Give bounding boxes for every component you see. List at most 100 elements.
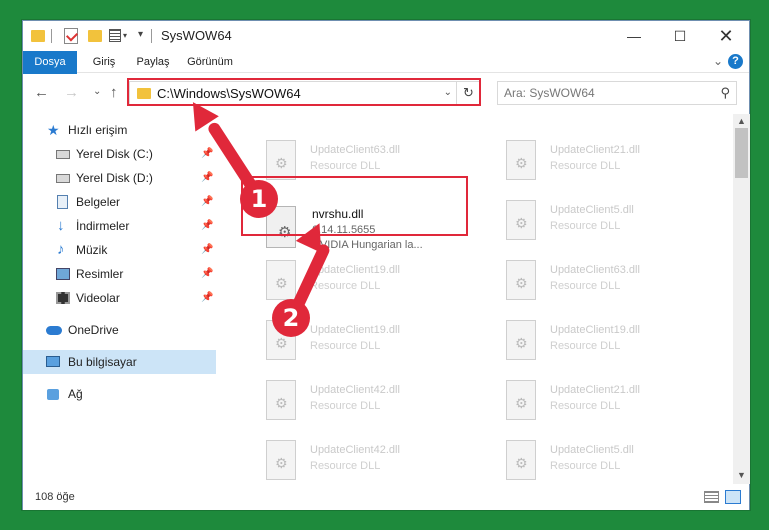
tab-home[interactable]: Giriş	[81, 51, 127, 73]
up-button[interactable]: ↑	[110, 84, 118, 101]
list-item[interactable]: UpdateClient19.dll Resource DLL	[498, 316, 728, 368]
close-button[interactable]: ✕	[703, 21, 749, 51]
sidebar-item-label: İndirmeler	[76, 219, 130, 233]
pin-icon[interactable]: 📌	[201, 238, 213, 262]
file-type: Resource DLL	[310, 160, 381, 172]
file-name: UpdateClient21.dll	[550, 144, 640, 156]
navigation-pane: ★ Hızlı erişim Yerel Disk (C:) 📌 Yerel D…	[23, 114, 216, 484]
search-input[interactable]	[504, 85, 704, 101]
dll-file-icon	[506, 200, 536, 240]
sidebar-item-quick-access[interactable]: ★ Hızlı erişim	[23, 118, 216, 142]
sidebar-item-downloads[interactable]: ↓ İndirmeler 📌	[23, 214, 216, 238]
list-item[interactable]: UpdateClient21.dll Resource DLL	[498, 136, 728, 188]
file-name: UpdateClient21.dll	[550, 384, 640, 396]
file-name: UpdateClient42.dll	[310, 384, 400, 396]
sidebar-item-pictures[interactable]: Resimler 📌	[23, 262, 216, 286]
dll-file-icon	[266, 380, 296, 420]
vertical-scrollbar[interactable]: ▲ ▼	[733, 114, 750, 484]
sidebar-item-label: Müzik	[76, 243, 108, 257]
maximize-button[interactable]: ☐	[657, 21, 703, 51]
sidebar-item-videos[interactable]: Videolar 📌	[23, 286, 216, 310]
file-name: UpdateClient42.dll	[310, 444, 400, 456]
pictures-icon	[56, 268, 70, 280]
file-type: Resource DLL	[310, 460, 381, 472]
file-name: UpdateClient19.dll	[550, 324, 640, 336]
window-title: SysWOW64	[161, 28, 232, 43]
sidebar-item-network[interactable]: Ağ	[23, 382, 216, 406]
videos-icon	[56, 292, 70, 304]
ribbon-tabs: Dosya Giriş Paylaş Görünüm ⌄ ?	[23, 51, 749, 103]
annotation-badge-1: 1	[240, 180, 278, 218]
dll-file-icon	[506, 260, 536, 300]
drive-icon	[56, 174, 70, 183]
help-icon[interactable]: ?	[728, 54, 743, 69]
dll-file-icon	[506, 320, 536, 360]
scroll-down-icon[interactable]: ▼	[737, 470, 746, 480]
pin-icon[interactable]: 📌	[201, 190, 213, 214]
list-item[interactable]: UpdateClient5.dll Resource DLL	[498, 436, 728, 484]
sidebar-item-music[interactable]: ♪ Müzik 📌	[23, 238, 216, 262]
search-box[interactable]: ⚲	[497, 81, 737, 105]
file-type: Resource DLL	[550, 280, 621, 292]
star-icon: ★	[47, 122, 60, 138]
file-type: Resource DLL	[550, 400, 621, 412]
sidebar-item-label: Videolar	[76, 291, 120, 305]
dll-file-icon	[506, 140, 536, 180]
search-icon[interactable]: ⚲	[720, 85, 730, 101]
list-item[interactable]: UpdateClient63.dll Resource DLL	[498, 256, 728, 308]
network-icon	[47, 389, 59, 400]
dll-file-icon	[506, 380, 536, 420]
new-folder-icon[interactable]	[88, 30, 102, 42]
details-view-icon[interactable]	[704, 491, 719, 503]
file-name: UpdateClient19.dll	[310, 324, 400, 336]
file-name: UpdateClient5.dll	[550, 444, 634, 456]
dll-file-icon	[266, 260, 296, 300]
status-bar: 108 öğe	[23, 486, 749, 510]
expand-ribbon-icon[interactable]: ⌄	[713, 54, 723, 68]
dll-file-icon	[266, 140, 296, 180]
minimize-button[interactable]: —	[611, 21, 657, 51]
sidebar-item-onedrive[interactable]: OneDrive	[23, 318, 216, 342]
file-name: UpdateClient5.dll	[550, 204, 634, 216]
pin-icon[interactable]: 📌	[201, 214, 213, 238]
list-item[interactable]: UpdateClient42.dll Resource DLL	[258, 376, 488, 428]
large-icons-view-icon[interactable]	[725, 490, 741, 504]
tab-share[interactable]: Paylaş	[127, 51, 179, 73]
dll-file-icon	[266, 440, 296, 480]
sidebar-item-documents[interactable]: Belgeler 📌	[23, 190, 216, 214]
scroll-up-icon[interactable]: ▲	[737, 116, 746, 126]
sidebar-item-label: Resimler	[76, 267, 124, 281]
toolbar-separator	[151, 29, 152, 43]
title-bar: ▾ ▾ SysWOW64 — ☐ ✕	[23, 21, 749, 51]
view-dropdown-icon[interactable]: ▾	[123, 31, 127, 49]
recent-locations-icon[interactable]: ⌄	[93, 86, 101, 97]
computer-icon	[46, 356, 60, 367]
folder-icon	[31, 30, 45, 42]
back-button[interactable]: ←	[34, 84, 49, 101]
file-type: Resource DLL	[550, 220, 621, 232]
list-item[interactable]: UpdateClient5.dll Resource DLL	[498, 196, 728, 248]
file-type: Resource DLL	[550, 340, 621, 352]
cloud-icon	[46, 326, 62, 335]
pin-icon[interactable]: 📌	[201, 262, 213, 286]
sidebar-item-local-disk-c[interactable]: Yerel Disk (C:) 📌	[23, 142, 216, 166]
list-item[interactable]: UpdateClient42.dll Resource DLL	[258, 436, 488, 484]
sidebar-item-this-pc[interactable]: Bu bilgisayar	[23, 350, 216, 374]
pin-icon[interactable]: 📌	[201, 286, 213, 310]
view-icon[interactable]	[109, 29, 121, 42]
file-list[interactable]: UpdateClient63.dll Resource DLL UpdateCl…	[238, 114, 733, 484]
dll-file-icon	[506, 440, 536, 480]
pin-icon[interactable]: 📌	[201, 166, 213, 190]
file-type: Resource DLL	[310, 400, 381, 412]
properties-icon[interactable]	[64, 28, 78, 44]
customize-toolbar-icon[interactable]: ▾	[138, 29, 143, 47]
forward-button[interactable]: →	[64, 84, 79, 101]
pin-icon[interactable]: 📌	[201, 142, 213, 166]
sidebar-item-label: OneDrive	[68, 323, 119, 337]
scrollbar-thumb[interactable]	[735, 128, 748, 178]
documents-icon	[57, 195, 68, 209]
sidebar-item-label: Hızlı erişim	[68, 123, 128, 137]
list-item[interactable]: UpdateClient21.dll Resource DLL	[498, 376, 728, 428]
tab-view[interactable]: Görünüm	[181, 51, 239, 73]
sidebar-item-local-disk-d[interactable]: Yerel Disk (D:) 📌	[23, 166, 216, 190]
